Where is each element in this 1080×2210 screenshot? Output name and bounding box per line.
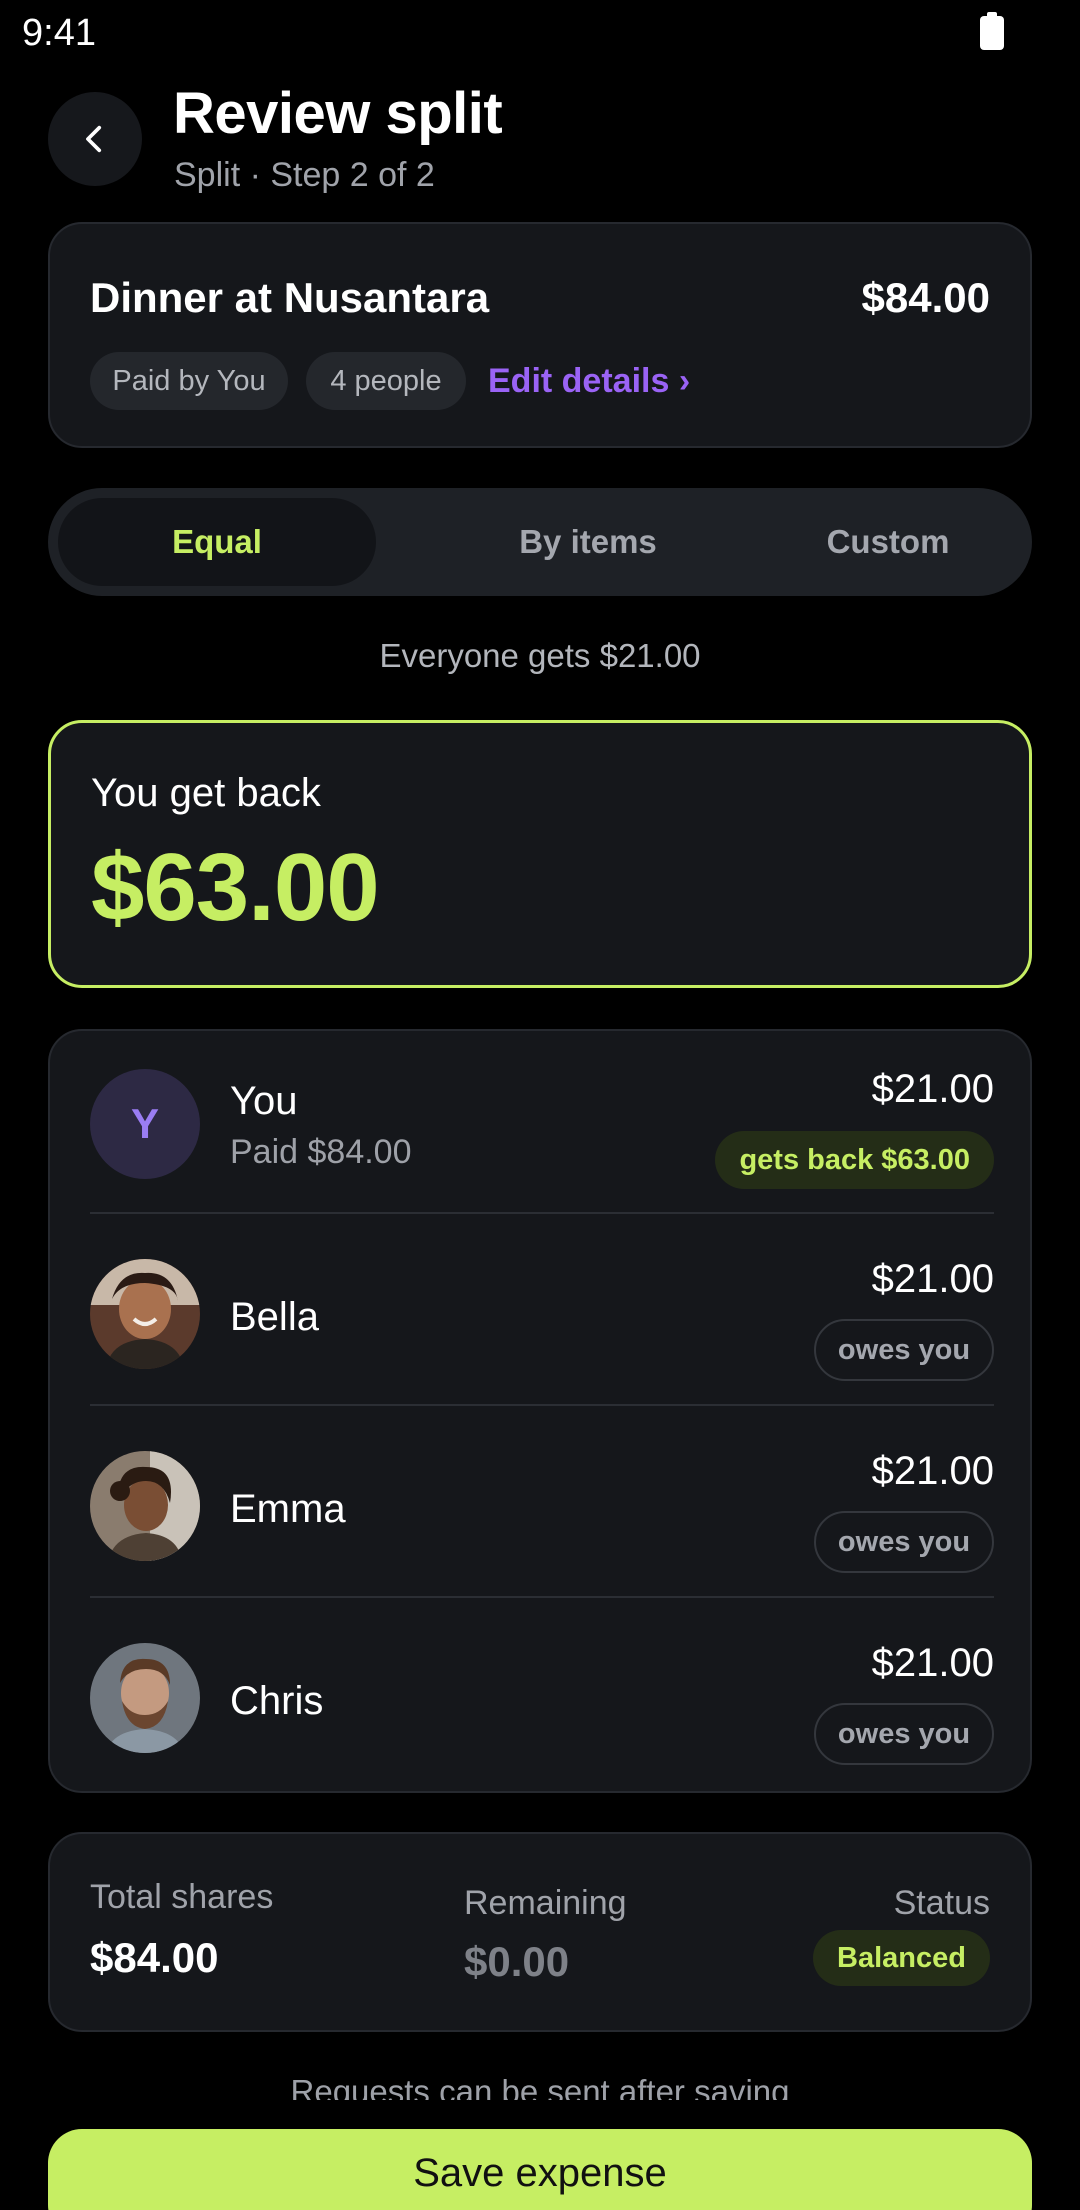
avatar	[90, 1259, 200, 1369]
divider	[90, 1404, 994, 1406]
tab-equal[interactable]: Equal	[58, 498, 376, 586]
tab-by-items[interactable]: By items	[428, 498, 748, 586]
total-shares-value: $84.00	[90, 1934, 219, 1981]
review-split-screen: 9:41 Review split Split · Step 2 of 2 Di…	[0, 0, 1080, 2210]
divider	[90, 1596, 994, 1598]
person-share: $21.00	[871, 1641, 994, 1685]
page-subtitle: Split · Step 2 of 2	[174, 156, 435, 194]
status-badge: owes you	[814, 1703, 994, 1765]
back-button[interactable]	[48, 92, 142, 186]
avatar: Y	[90, 1069, 200, 1179]
status-badge: gets back $63.00	[715, 1131, 994, 1189]
person-name: You	[230, 1079, 298, 1123]
get-back-card: You get back $63.00	[48, 720, 1032, 988]
divider	[90, 1212, 994, 1214]
people-count-chip: 4 people	[306, 352, 466, 410]
chevron-left-icon	[86, 125, 102, 153]
list-item[interactable]: Emma $21.00 owes you	[50, 1413, 1034, 1605]
get-back-label: You get back	[91, 771, 321, 815]
save-button[interactable]: Save expense	[48, 2129, 1032, 2210]
list-item[interactable]: Bella $21.00 owes you	[50, 1221, 1034, 1413]
avatar	[90, 1643, 200, 1753]
split-method-tabs: Equal By items Custom	[48, 488, 1032, 596]
person-paid: Paid $84.00	[230, 1133, 412, 1171]
person-share: $21.00	[871, 1067, 994, 1111]
remaining-value: $0.00	[464, 1938, 570, 1985]
person-name: Bella	[230, 1295, 319, 1339]
remaining-label: Remaining	[464, 1884, 627, 1922]
status-bar: 9:41	[0, 0, 1080, 70]
list-item[interactable]: Y You Paid $84.00 $21.00 gets back $63.0…	[50, 1031, 1034, 1223]
get-back-amount: $63.00	[91, 834, 380, 941]
person-name: Chris	[230, 1679, 324, 1723]
status-badge: owes you	[814, 1511, 994, 1573]
list-item[interactable]: Chris $21.00 owes you	[50, 1605, 1034, 1797]
equal-share-note: Everyone gets $21.00	[379, 637, 701, 674]
total-shares-label: Total shares	[90, 1878, 274, 1916]
save-footnote: Requests can be sent after saving	[290, 2073, 790, 2100]
expense-amount: $84.00	[861, 274, 990, 321]
paid-by-chip: Paid by You	[90, 352, 288, 410]
tab-custom[interactable]: Custom	[748, 498, 1028, 586]
status-label: Status	[893, 1884, 990, 1922]
person-name: Emma	[230, 1487, 346, 1531]
edit-details-link[interactable]: Edit details ›	[488, 362, 690, 401]
totals-card: Total shares $84.00 Remaining $0.00 Stat…	[48, 1832, 1032, 2032]
page-title: Review split	[173, 81, 503, 146]
status-time: 9:41	[22, 12, 96, 54]
expense-title: Dinner at Nusantara	[90, 274, 490, 321]
status-badge: owes you	[814, 1319, 994, 1381]
participants-list: Y You Paid $84.00 $21.00 gets back $63.0…	[48, 1029, 1032, 1793]
status-badge: Balanced	[813, 1930, 990, 1986]
person-share: $21.00	[871, 1449, 994, 1493]
person-share: $21.00	[871, 1257, 994, 1301]
expense-card: Dinner at Nusantara $84.00 Paid by You 4…	[48, 222, 1032, 448]
battery-icon	[980, 12, 1004, 50]
avatar	[90, 1451, 200, 1561]
